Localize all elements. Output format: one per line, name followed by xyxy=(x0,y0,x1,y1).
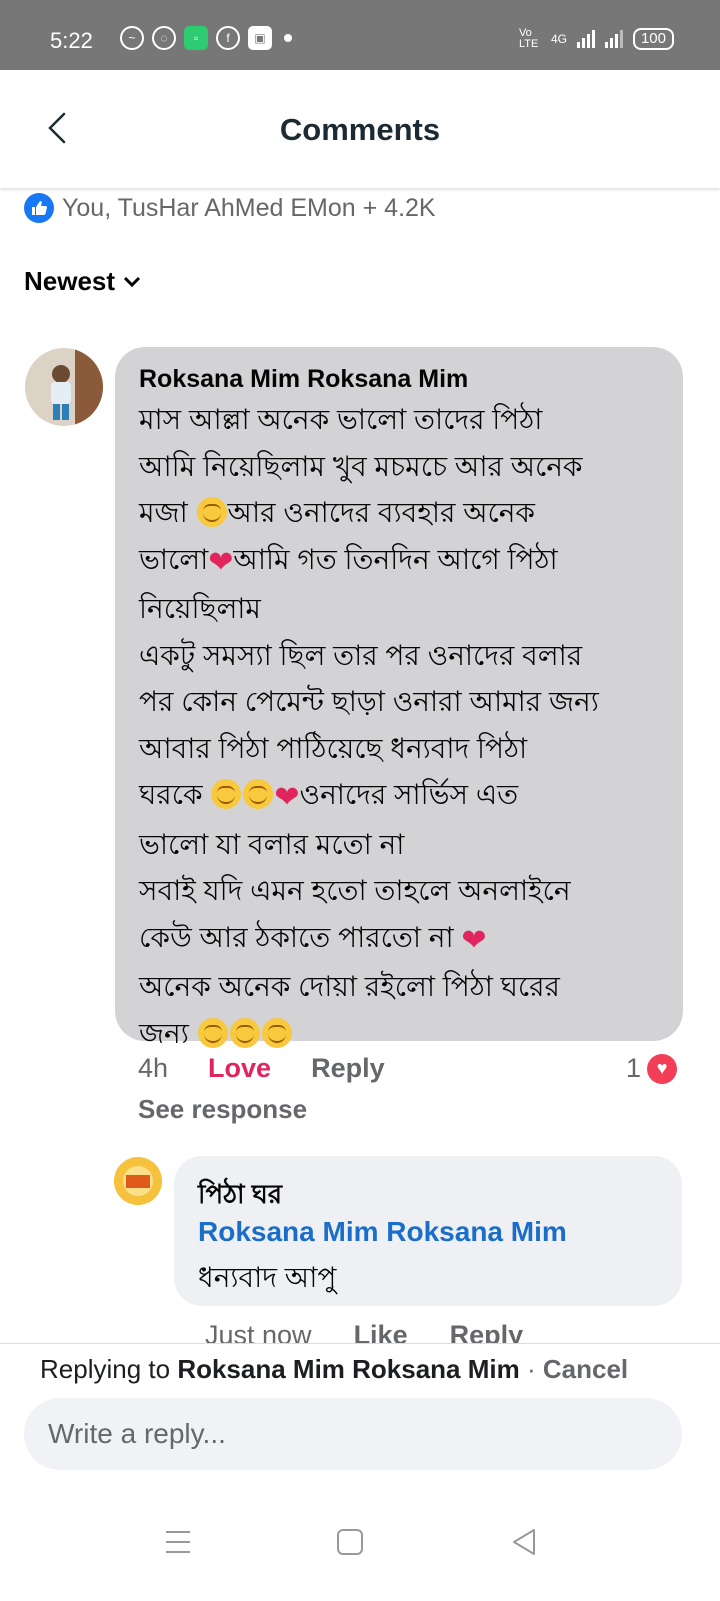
comment-text: মাস আল্লা অনেক ভালো তাদের পিঠা আমি নিয়ে… xyxy=(139,397,669,1057)
like-icon xyxy=(24,193,54,223)
reply-text: ধন্যবাদ আপু xyxy=(198,1262,337,1293)
reaction-count-number: 1 xyxy=(626,1053,642,1083)
comment-bubble[interactable]: Roksana Mim Roksana Mim মাস আল্লা অনেক ভ… xyxy=(115,347,683,1049)
reply-actions: Just now Like Reply xyxy=(205,1320,523,1344)
comment-line: ভালো❤আমি গত তিনদিন আগে পিঠা xyxy=(139,537,669,587)
reactions-summary-text: You, TusHar AhMed EMon + 4.2K xyxy=(62,193,436,222)
comment-line: আমি নিয়েছিলাম খুব মচমচে আর অনেক xyxy=(139,450,583,482)
comment-line-part: ওনাদের সার্ভিস এত xyxy=(299,779,519,810)
reply-reply-button[interactable]: Reply xyxy=(450,1320,524,1344)
comment-actions: 4h Love Reply xyxy=(138,1053,385,1084)
smiling-face-icon xyxy=(197,1017,228,1048)
reply-author[interactable]: পিঠা ঘর xyxy=(198,1174,282,1218)
volte-label: Vo LTE xyxy=(518,27,539,50)
red-heart-icon: ❤ xyxy=(461,923,487,957)
comment-line: মাস আল্লা অনেক ভালো তাদের পিঠা xyxy=(139,404,543,435)
replying-prefix: Replying to xyxy=(40,1354,171,1384)
app-notification-icon: ▫ xyxy=(184,26,208,50)
comment-line-part: আর ওনাদের ব্যবহার অনেক xyxy=(227,497,536,528)
page-avatar[interactable] xyxy=(114,1157,162,1205)
comment-line: নিয়েছিলাম xyxy=(139,593,261,624)
love-button[interactable]: Love xyxy=(208,1053,271,1084)
comment-line: ঘরকে ❤ওনাদের সার্ভিস এত xyxy=(139,772,669,822)
comments-header: Comments xyxy=(0,70,720,188)
page-title: Comments xyxy=(279,112,441,147)
comment-line: কেউ আর ঠকাতে পারতো না ❤ xyxy=(139,915,669,965)
recent-apps-icon[interactable] xyxy=(158,1522,198,1562)
comment-word: ভালো xyxy=(139,543,209,575)
comment-line-part: আমি গত তিনদিন আগে পিঠা xyxy=(233,543,558,575)
reactions-summary[interactable]: You, TusHar AhMed EMon + 4.2K xyxy=(24,193,436,223)
smiling-face-icon xyxy=(196,497,227,527)
smiling-face-icon xyxy=(261,1017,292,1048)
comment-line: পর কোন পেমেন্ট ছাড়া ওনারা আমার জন্য xyxy=(139,686,599,717)
status-right: Vo LTE 4G 100 xyxy=(519,28,674,50)
comment-line: জন্য xyxy=(139,1011,669,1058)
cancel-button[interactable]: Cancel xyxy=(543,1354,628,1384)
facebook-icon: f xyxy=(216,26,240,50)
smiling-face-icon xyxy=(243,779,274,809)
status-bar: 5:22 ~ ◌ ▫ f ▣ Vo LTE 4G 100 xyxy=(0,0,720,70)
replying-separator: · xyxy=(526,1354,536,1384)
comment-line-part: কেউ আর ঠকাতে পারতো না xyxy=(139,921,454,953)
comment-author[interactable]: Roksana Mim Roksana Mim xyxy=(139,365,468,394)
battery-icon: 100 xyxy=(632,28,674,50)
home-icon[interactable] xyxy=(330,1522,370,1562)
system-nav-bar xyxy=(0,1494,720,1601)
signal-icon xyxy=(576,30,595,48)
sort-dropdown[interactable]: Newest xyxy=(24,266,141,297)
reply-like-button[interactable]: Like xyxy=(354,1320,408,1344)
chevron-down-icon xyxy=(123,276,141,287)
love-reaction-icon: ♥ xyxy=(647,1053,678,1084)
comment-line: একটু সমস্যা ছিল তার পর ওনাদের বলার xyxy=(139,639,583,671)
red-heart-icon: ❤ xyxy=(274,781,300,814)
more-notifications-icon xyxy=(284,34,292,42)
comment-line: ভালো যা বলার মতো না xyxy=(139,828,405,860)
reply-bubble[interactable]: পিঠা ঘর Roksana Mim Roksana Mim ধন্যবাদ … xyxy=(174,1156,682,1306)
status-time: 5:22 xyxy=(50,28,93,53)
reply-mention[interactable]: Roksana Mim Roksana Mim xyxy=(198,1216,567,1248)
photo-icon: ▣ xyxy=(248,26,272,50)
smiling-face-icon xyxy=(229,1017,260,1048)
comment-line: আবার পিঠা পাঠিয়েছে ধন্যবাদ পিঠা xyxy=(139,732,528,764)
comment-line: অনেক অনেক দোয়া রইলো পিঠা ঘরের xyxy=(139,971,560,1002)
network-label: 4G xyxy=(550,32,567,46)
reply-input[interactable] xyxy=(24,1398,682,1470)
messenger-icon: ~ xyxy=(120,26,144,50)
smiling-face-icon xyxy=(211,779,242,809)
notification-icons: ~ ◌ ▫ f ▣ xyxy=(120,26,292,50)
signal-2-icon xyxy=(604,30,623,48)
red-heart-icon: ❤ xyxy=(208,545,234,579)
comment-word: মজা xyxy=(139,497,188,528)
replying-name: Roksana Mim Roksana Mim xyxy=(177,1354,520,1384)
whatsapp-icon: ◌ xyxy=(152,26,176,50)
reaction-count[interactable]: 1 ♥ xyxy=(626,1053,678,1084)
comment-word: ঘরকে xyxy=(139,779,203,810)
sort-label: Newest xyxy=(24,266,116,296)
comment-line: সবাই যদি এমন হতো তাহলে অনলাইনে xyxy=(139,875,571,906)
see-response-link[interactable]: See response xyxy=(138,1094,307,1125)
back-nav-icon[interactable] xyxy=(504,1522,544,1562)
comment-word: জন্য xyxy=(139,1017,189,1049)
comment-time: 4h xyxy=(138,1053,169,1083)
commenter-avatar[interactable] xyxy=(25,348,103,426)
comment-line: মজা আর ওনাদের ব্যবহার অনেক xyxy=(139,490,669,537)
reply-time: Just now xyxy=(205,1320,312,1344)
reply-composer: Replying to Roksana Mim Roksana Mim · Ca… xyxy=(0,1343,720,1601)
replying-to: Replying to Roksana Mim Roksana Mim · Ca… xyxy=(40,1354,628,1385)
reply-button[interactable]: Reply xyxy=(311,1053,385,1084)
